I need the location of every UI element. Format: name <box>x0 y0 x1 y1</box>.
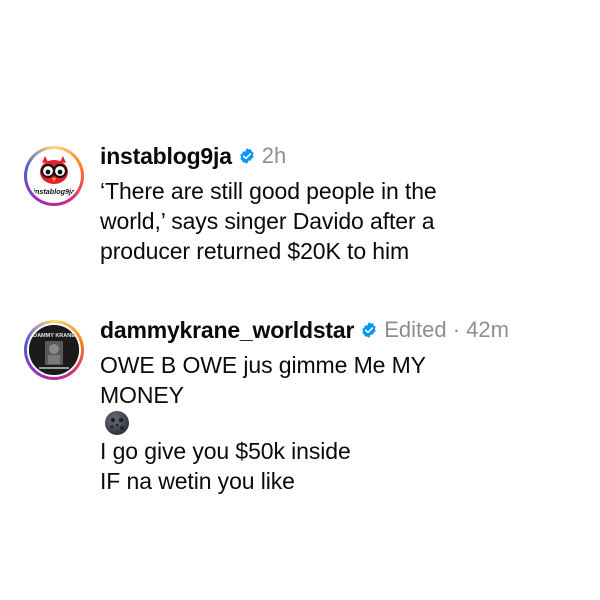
comment-content: dammykrane_worldstar Edited · 42m OWE B … <box>100 312 584 496</box>
avatar-cover-text: DAMMY KRANE <box>33 333 75 339</box>
avatar-frame: DAMMY KRANE <box>27 323 81 377</box>
username-link[interactable]: dammykrane_worldstar <box>100 317 354 344</box>
caption-line: OWE B OWE jus gimme Me MY <box>100 352 426 378</box>
comment-text: OWE B OWE jus gimme Me MY MONEY I go giv… <box>100 350 584 496</box>
comment-text: ‘There are still good people in the worl… <box>100 176 584 266</box>
verified-badge-icon <box>360 321 378 339</box>
comment-header: dammykrane_worldstar Edited · 42m <box>100 312 584 348</box>
verified-badge-icon <box>238 147 256 165</box>
instablog9ja-logo-icon: instablog9ja <box>33 156 75 196</box>
caption-line-with-emoji: MONEY I go give you $50k inside <box>100 380 584 466</box>
comment-content: instablog9ja 2h ‘There are still good pe… <box>100 138 584 266</box>
avatar-story-ring[interactable]: instablog9ja <box>24 146 84 206</box>
timestamp: 2h <box>261 143 287 168</box>
username-link[interactable]: instablog9ja <box>100 143 232 170</box>
timestamp: Edited · 42m <box>384 317 509 342</box>
avatar-frame: instablog9ja <box>27 149 81 203</box>
caption-line: ‘There are still good people in the <box>100 178 437 204</box>
caption-line: IF na wetin you like <box>100 468 295 494</box>
comment-header: instablog9ja 2h <box>100 138 584 174</box>
avatar-story-ring[interactable]: DAMMY KRANE <box>24 320 84 380</box>
caption-line: world,’ says singer Davido after a <box>100 208 435 234</box>
caption-segment: MONEY <box>100 382 184 408</box>
avatar-instablog9ja: instablog9ja <box>29 151 79 201</box>
avatar-logo-text: instablog9ja <box>33 187 75 196</box>
caption-segment: I go give you $50k inside <box>100 438 351 464</box>
avatar-dammykrane: DAMMY KRANE <box>29 325 79 375</box>
new-moon-face-emoji-icon <box>104 410 130 436</box>
album-cover-icon: DAMMY KRANE <box>29 325 79 375</box>
caption-line: producer returned $20K to him <box>100 238 410 264</box>
